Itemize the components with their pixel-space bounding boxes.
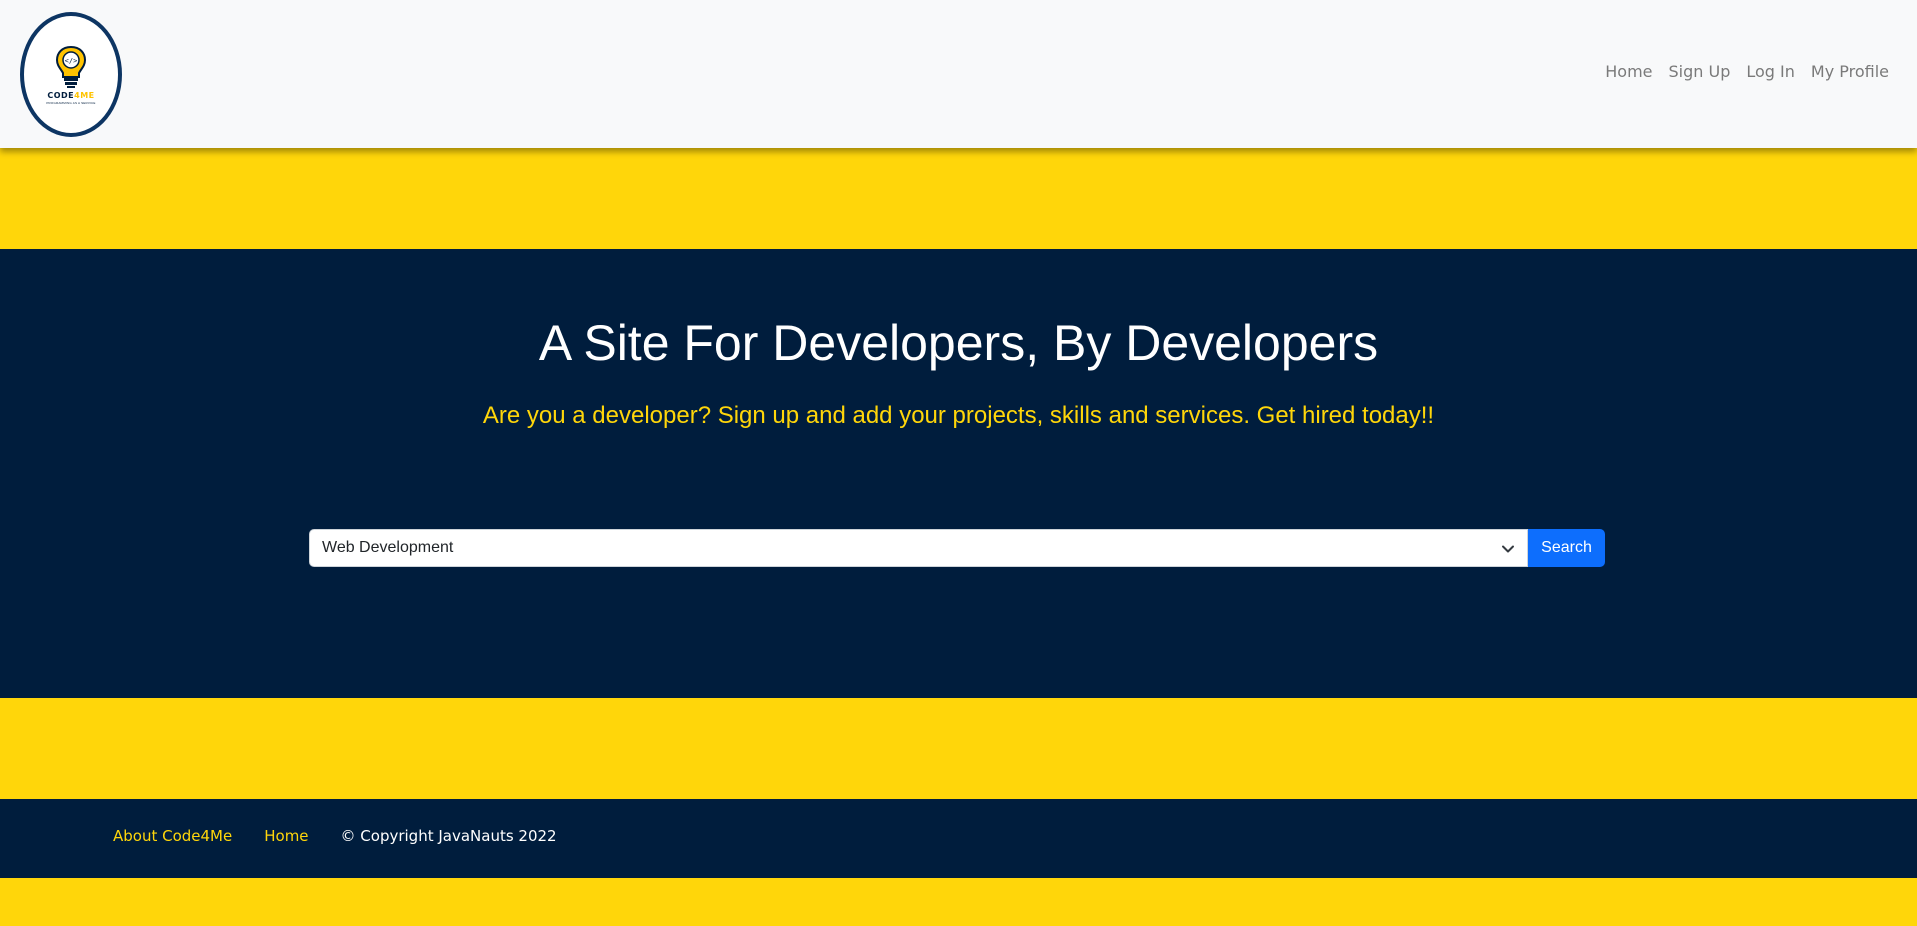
search-button[interactable]: Search (1528, 529, 1605, 567)
hero-title: A Site For Developers, By Developers (538, 315, 1379, 371)
logo-tagline: PROGRAMMING AS A SERVICE (46, 100, 96, 105)
top-yellow-band (0, 148, 1917, 249)
nav-signup-link[interactable]: Sign Up (1661, 62, 1739, 81)
footer-about-link[interactable]: About Code4Me (113, 827, 232, 845)
nav-home-link[interactable]: Home (1597, 62, 1660, 81)
category-search-form: Web Development Search (309, 529, 1605, 567)
category-select[interactable]: Web Development (309, 529, 1528, 567)
logo-wordmark: CODE4ME (47, 90, 95, 100)
footer-links: About Code4Me Home © Copyright JavaNauts… (113, 827, 557, 845)
hero-section: A Site For Developers, By Developers Are… (0, 249, 1917, 698)
top-navbar: </> CODE4ME PROGRAMMING AS A SERVICE Hom… (0, 0, 1917, 148)
footer-home-link[interactable]: Home (264, 827, 308, 845)
nav-login-link[interactable]: Log In (1738, 62, 1803, 81)
chevron-down-icon (1502, 545, 1514, 553)
svg-text:</>: </> (65, 57, 78, 65)
bottom-yellow-band (0, 878, 1917, 926)
code4me-logo[interactable]: </> CODE4ME PROGRAMMING AS A SERVICE (20, 12, 122, 137)
copyright-text: © Copyright JavaNauts 2022 (340, 827, 557, 845)
site-footer: About Code4Me Home © Copyright JavaNauts… (0, 799, 1917, 878)
main-nav: Home Sign Up Log In My Profile (1597, 62, 1897, 81)
middle-yellow-band (0, 698, 1917, 799)
hero-subtitle: Are you a developer? Sign up and add you… (482, 402, 1435, 429)
category-select-value: Web Development (322, 539, 454, 556)
nav-my-profile-link[interactable]: My Profile (1803, 62, 1897, 81)
lightbulb-code-icon: </> (55, 45, 87, 88)
